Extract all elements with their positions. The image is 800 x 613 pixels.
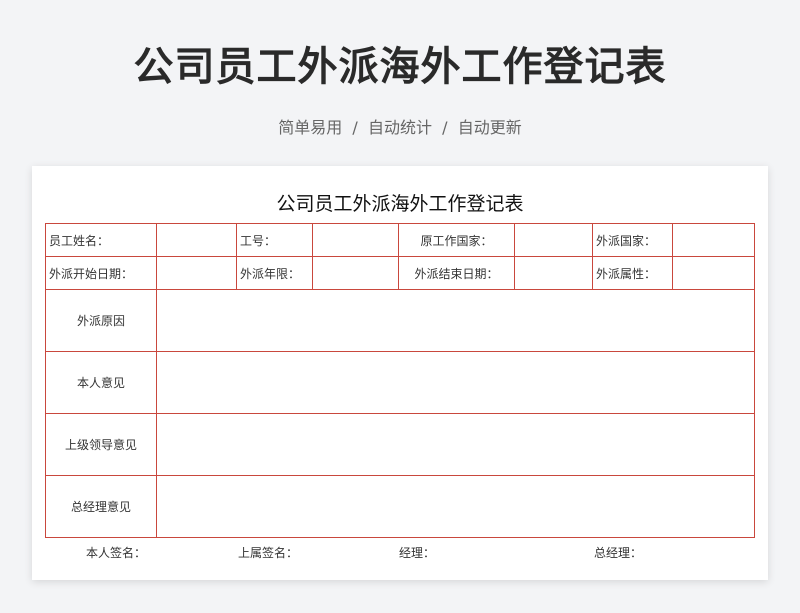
assignment-type-label: 外派属性：: [592, 256, 673, 290]
employee-name-field[interactable]: [156, 223, 237, 257]
gm-opinion-label: 总经理意见: [45, 475, 157, 538]
form-title: 公司员工外派海外工作登记表: [276, 193, 524, 215]
employee-id-field[interactable]: [312, 223, 399, 257]
form-sheet: 公司员工外派海外工作登记表 员工姓名： 工号： 原工作国家： 外派国家： 外派开…: [32, 166, 768, 580]
gm-opinion-field[interactable]: [156, 475, 755, 538]
signature-row: 本人签名： 上属签名： 经理： 总经理：: [32, 544, 768, 560]
superior-signature-label: 上属签名：: [238, 546, 299, 560]
original-country-label: 原工作国家：: [398, 223, 515, 257]
gm-signature-label: 总经理：: [594, 546, 643, 560]
supervisor-opinion-row: 上级领导意见: [45, 413, 755, 476]
page-subtitle: 简单易用 / 自动统计 / 自动更新: [278, 118, 522, 137]
reason-field[interactable]: [156, 289, 755, 352]
supervisor-opinion-label: 上级领导意见: [45, 413, 157, 476]
assigned-country-field[interactable]: [672, 223, 755, 257]
self-opinion-row: 本人意见: [45, 351, 755, 414]
supervisor-opinion-field[interactable]: [156, 413, 755, 476]
start-date-field[interactable]: [156, 256, 237, 290]
assignment-years-label: 外派年限：: [236, 256, 313, 290]
info-row-1: 员工姓名： 工号： 原工作国家： 外派国家：: [45, 223, 755, 257]
assignment-type-field[interactable]: [672, 256, 755, 290]
self-opinion-field[interactable]: [156, 351, 755, 414]
assignment-years-field[interactable]: [312, 256, 399, 290]
end-date-field[interactable]: [514, 256, 593, 290]
page-title: 公司员工外派海外工作登记表: [133, 44, 667, 90]
reason-label: 外派原因: [45, 289, 157, 352]
employee-name-label: 员工姓名：: [45, 223, 157, 257]
end-date-label: 外派结束日期：: [398, 256, 515, 290]
employee-id-label: 工号：: [236, 223, 313, 257]
gm-opinion-row: 总经理意见: [45, 475, 755, 538]
assigned-country-label: 外派国家：: [592, 223, 673, 257]
self-signature-label: 本人签名：: [86, 546, 147, 560]
info-row-2: 外派开始日期： 外派年限： 外派结束日期： 外派属性：: [45, 256, 755, 290]
reason-row: 外派原因: [45, 289, 755, 352]
registration-table: 员工姓名： 工号： 原工作国家： 外派国家： 外派开始日期： 外派年限： 外派结…: [45, 223, 755, 538]
self-opinion-label: 本人意见: [45, 351, 157, 414]
original-country-field[interactable]: [514, 223, 593, 257]
start-date-label: 外派开始日期：: [45, 256, 157, 290]
manager-signature-label: 经理：: [399, 546, 436, 560]
